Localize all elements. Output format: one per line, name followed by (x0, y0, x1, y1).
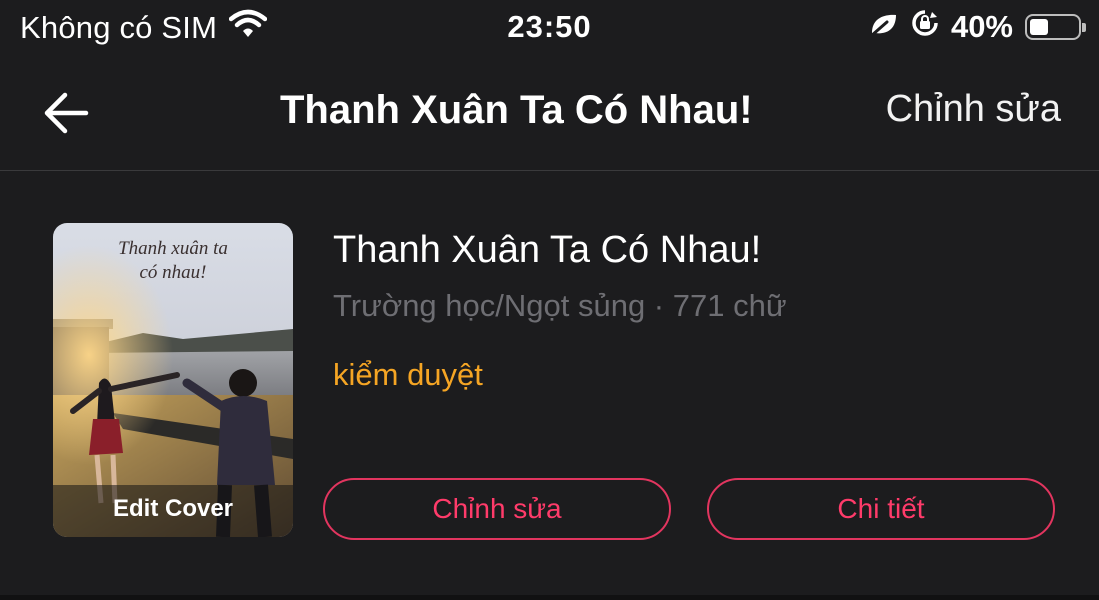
status-right: 40% (869, 9, 1086, 45)
status-bar: Không có SIM 23:50 40% (0, 0, 1099, 58)
back-button[interactable] (38, 84, 96, 142)
nav-bar: Thanh Xuân Ta Có Nhau! Chỉnh sửa (0, 58, 1099, 171)
book-meta: Trường học/Ngọt sủng · 771 chữ (333, 288, 787, 323)
detail-button[interactable]: Chi tiết (707, 478, 1055, 540)
status-badge: kiểm duyệt (333, 357, 483, 392)
book-cover[interactable]: Thanh xuân ta có nhau! Edit Cover (53, 223, 293, 537)
battery-percent: 40% (950, 9, 1013, 44)
orientation-lock-icon (911, 9, 939, 45)
battery-level (1030, 19, 1048, 35)
edit-cover-button[interactable]: Edit Cover (53, 485, 293, 537)
arrow-left-icon (44, 92, 89, 134)
nav-edit-button[interactable]: Chỉnh sửa (886, 88, 1061, 131)
book-card: Thanh xuân ta có nhau! Edit Cover Thanh … (0, 171, 1099, 600)
battery-icon (1025, 14, 1086, 40)
leaf-icon (869, 9, 899, 45)
book-title: Thanh Xuân Ta Có Nhau! (333, 229, 762, 271)
edit-book-button[interactable]: Chỉnh sửa (323, 478, 671, 540)
page-title: Thanh Xuân Ta Có Nhau! (280, 88, 753, 132)
